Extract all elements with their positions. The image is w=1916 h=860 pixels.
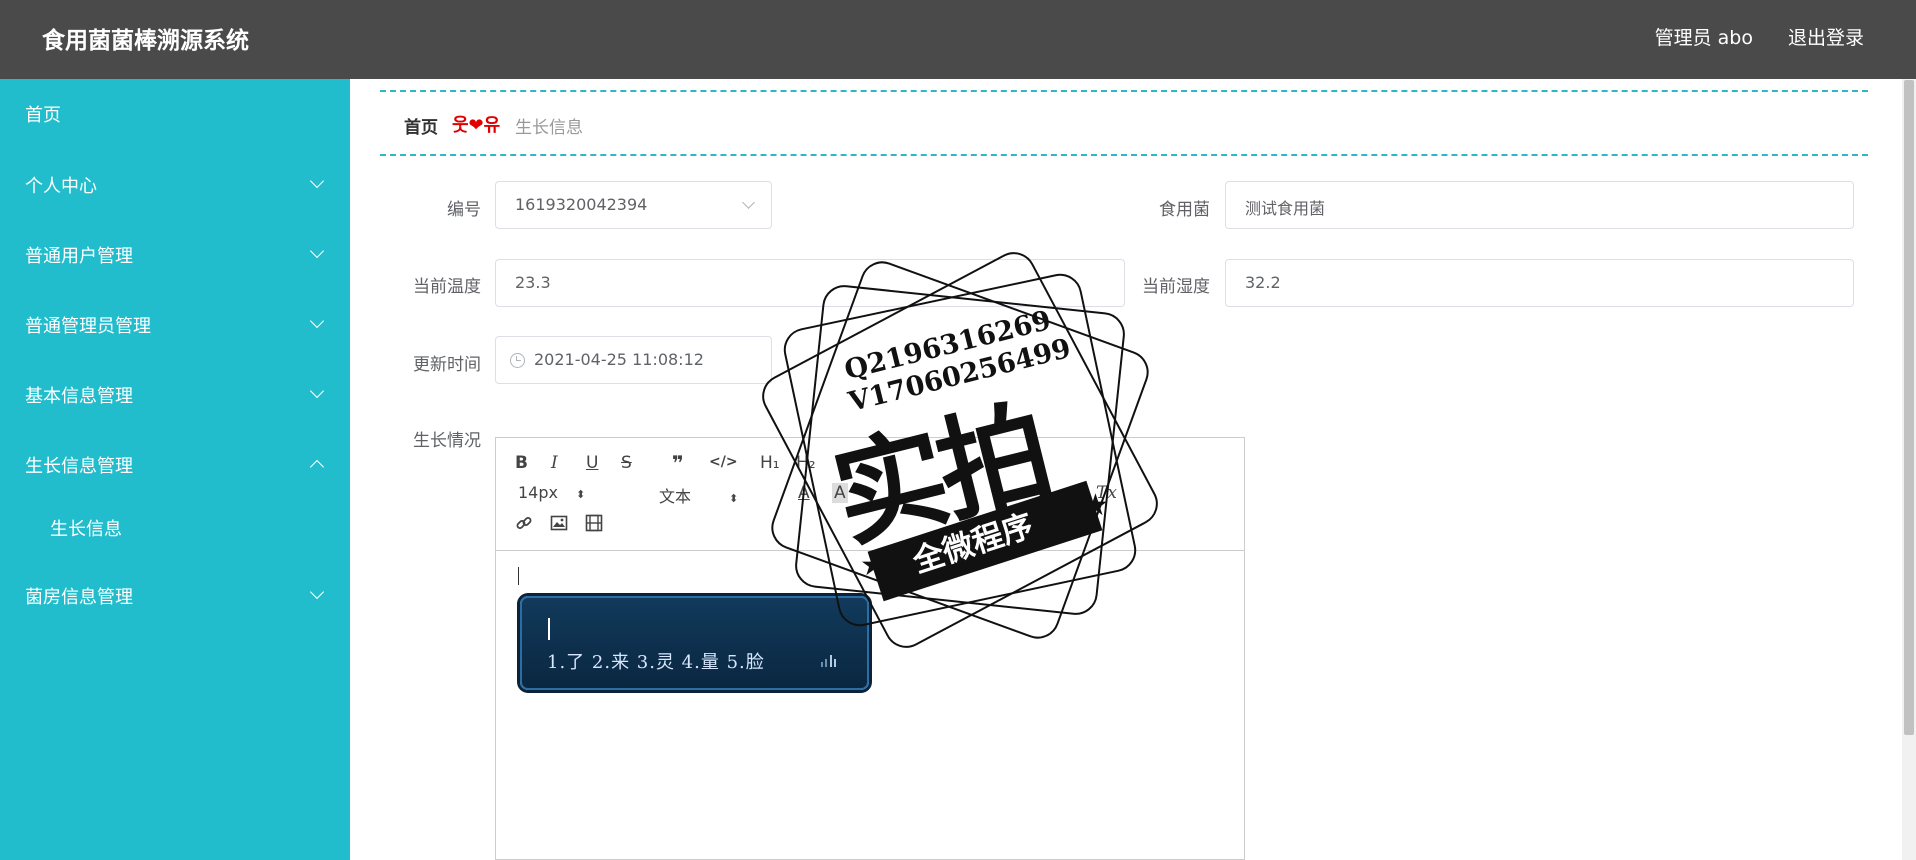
sidebar-item-basic-info[interactable]: 基本信息管理 xyxy=(0,370,350,420)
bold-button[interactable]: B xyxy=(515,453,528,473)
underline-button[interactable]: U xyxy=(586,453,598,473)
chevron-down-icon xyxy=(309,584,325,600)
watermark-stamp: Q2196316269 V17060256499 实拍 全微程序 ★ ★ xyxy=(754,244,1166,656)
growth-label: 生长情况 xyxy=(413,431,481,451)
id-select[interactable]: 1619320042394 xyxy=(495,181,772,229)
sidebar-item-label: 个人中心 xyxy=(25,176,97,197)
code-button[interactable]: </> xyxy=(709,454,738,470)
ime-input-caret xyxy=(548,618,550,640)
sidebar-item-label: 生长信息管理 xyxy=(25,456,133,477)
video-icon xyxy=(585,514,603,532)
select-arrows-icon: ⬍ xyxy=(575,488,586,501)
scrollbar-thumb[interactable] xyxy=(1904,80,1914,735)
sidebar-item-label: 普通管理员管理 xyxy=(25,316,151,337)
sidebar-item-growth-info[interactable]: 生长信息 xyxy=(0,503,350,553)
logout-button[interactable]: 退出登录 xyxy=(1788,23,1864,50)
humidity-value: 32.2 xyxy=(1245,273,1281,292)
sidebar-item-user-management[interactable]: 普通用户管理 xyxy=(0,230,350,280)
breadcrumb-home[interactable]: 首页 xyxy=(404,113,438,138)
sidebar: 首页 个人中心 普通用户管理 普通管理员管理 基本信息管理 生长信息管理 生长信… xyxy=(0,79,350,860)
strikethrough-button[interactable]: S xyxy=(621,453,632,473)
ime-candidates[interactable]: 1.了 2.来 3.灵 4.量 5.脸 xyxy=(547,648,765,674)
text-caret xyxy=(518,567,519,585)
app-title: 食用菌菌棒溯源系统 xyxy=(42,28,249,54)
id-label: 编号 xyxy=(447,200,481,220)
star-icon: ★ xyxy=(1082,488,1109,523)
chevron-down-icon xyxy=(742,196,755,209)
temperature-value: 23.3 xyxy=(515,273,551,292)
fungus-field[interactable]: 测试食用菌 xyxy=(1225,181,1854,229)
chevron-down-icon xyxy=(309,383,325,399)
font-size-select[interactable]: 14px ⬍ xyxy=(518,483,585,502)
fungus-label: 食用菌 xyxy=(1159,200,1210,220)
breadcrumb-current: 生长信息 xyxy=(515,118,583,138)
font-size-value: 14px xyxy=(518,483,558,502)
sidebar-item-personal-center[interactable]: 个人中心 xyxy=(0,160,350,210)
clock-icon xyxy=(510,353,525,368)
top-header: 食用菌菌棒溯源系统 管理员 abo 退出登录 xyxy=(0,0,1916,79)
header-select[interactable]: 文本 ⬍ xyxy=(659,483,738,507)
image-icon xyxy=(550,515,568,531)
temperature-label: 当前温度 xyxy=(413,277,481,297)
link-button[interactable] xyxy=(515,514,533,537)
id-value: 1619320042394 xyxy=(515,195,648,214)
star-icon: ★ xyxy=(860,548,887,583)
sidebar-item-label: 菌房信息管理 xyxy=(25,587,133,608)
select-arrows-icon: ⬍ xyxy=(729,492,739,505)
humidity-field[interactable]: 32.2 xyxy=(1225,259,1854,307)
update-time-picker[interactable]: 2021-04-25 11:08:12 xyxy=(495,336,772,384)
fungus-value: 测试食用菌 xyxy=(1245,199,1326,218)
breadcrumb: 首页 웃❤유 生长信息 xyxy=(380,90,1868,156)
sidebar-item-room-management[interactable]: 菌房信息管理 xyxy=(0,571,350,621)
sidebar-item-admin-management[interactable]: 普通管理员管理 xyxy=(0,300,350,350)
chevron-down-icon xyxy=(309,313,325,329)
breadcrumb-separator: 웃❤유 xyxy=(452,115,501,136)
chevron-down-icon xyxy=(309,173,325,189)
update-time-label: 更新时间 xyxy=(413,355,481,375)
video-button[interactable] xyxy=(585,514,603,537)
blockquote-button[interactable]: ❞ xyxy=(672,451,684,475)
current-user: 管理员 abo xyxy=(1654,27,1753,49)
ime-volume-icon xyxy=(821,655,837,667)
italic-button[interactable]: I xyxy=(551,453,558,473)
sidebar-item-label: 首页 xyxy=(25,105,61,126)
update-time-value: 2021-04-25 11:08:12 xyxy=(534,350,704,369)
chevron-up-icon xyxy=(309,459,325,475)
sidebar-item-home[interactable]: 首页 xyxy=(0,89,350,139)
link-icon xyxy=(516,517,532,529)
image-button[interactable] xyxy=(550,514,568,537)
sidebar-item-label: 普通用户管理 xyxy=(25,246,133,267)
chevron-down-icon xyxy=(309,243,325,259)
sidebar-item-growth-management[interactable]: 生长信息管理 xyxy=(0,440,350,490)
header-select-value: 文本 xyxy=(659,487,692,506)
sidebar-item-label: 生长信息 xyxy=(50,519,122,540)
sidebar-item-label: 基本信息管理 xyxy=(25,386,133,407)
